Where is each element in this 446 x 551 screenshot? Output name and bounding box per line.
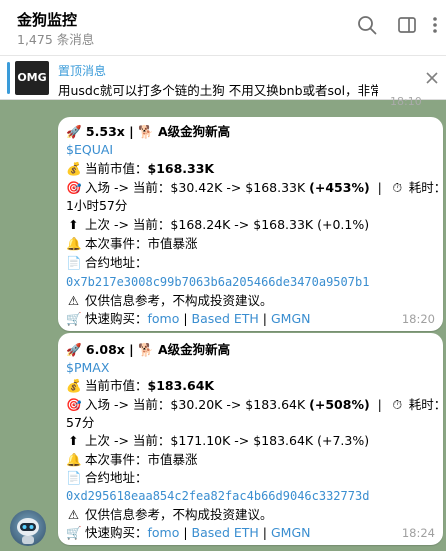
- elapsed-value: 1小时57分: [66, 198, 128, 213]
- buy-link-gmgn[interactable]: GMGN: [271, 525, 311, 540]
- target-icon: 🎯: [66, 180, 82, 195]
- bell-icon: 🔔: [66, 452, 82, 467]
- chat-header: 金狗监控 1,475 条消息: [0, 0, 446, 56]
- document-icon: 📄: [66, 470, 82, 485]
- cart-icon: 🛒: [66, 525, 82, 540]
- message-bubble[interactable]: 🚀 6.08x | 🐕 A级金狗新高 $PMAX 💰 当前市值：$183.64K…: [58, 333, 446, 545]
- contract-label-line: 📄 合约地址：: [66, 470, 148, 485]
- cart-icon: 🛒: [66, 311, 82, 326]
- money-bag-icon: 💰: [66, 161, 82, 176]
- message-time: 18:24: [401, 526, 435, 540]
- money-bag-icon: 💰: [66, 378, 82, 393]
- pinned-text: 用usdc就可以打多个链的土狗 不用又换bnb或者sol，非常...: [58, 83, 378, 98]
- close-icon[interactable]: [424, 70, 440, 86]
- contract-address[interactable]: 0x7b217e3008c99b7063b6a205466de3470a9507…: [66, 274, 369, 290]
- bell-icon: 🔔: [66, 236, 82, 251]
- bot-avatar[interactable]: [10, 510, 46, 546]
- market-cap-line: 💰 当前市值：$168.33K: [66, 161, 215, 176]
- message-headline: 🚀 6.08x | 🐕 A级金狗新高: [66, 342, 231, 357]
- warning-icon: ⚠: [67, 293, 80, 308]
- disclaimer-line: ⚠ 仅供信息参考，不构成投资建议。: [67, 293, 273, 308]
- ticker-link[interactable]: $EQUAI: [66, 142, 113, 158]
- entry-line: 🎯 入场 -> 当前：$30.42K -> $168.33K (+453%) |…: [66, 180, 446, 195]
- buy-link-gmgn[interactable]: GMGN: [271, 311, 311, 326]
- contract-address[interactable]: 0xd295618eaa854c2fea82fac4b66d9046c33277…: [66, 488, 369, 504]
- event-line: 🔔 本次事件：市值暴涨: [66, 236, 198, 251]
- quick-buy-line: 🛒 快速购买：fomo | Based ETH | GMGN: [66, 311, 311, 326]
- elapsed-value: 57分: [66, 415, 95, 430]
- pinned-message[interactable]: OMG 置顶消息 用usdc就可以打多个链的土狗 不用又换bnb或者sol，非常…: [0, 56, 446, 100]
- contract-label-line: 📄 合约地址：: [66, 255, 148, 270]
- sidebar-icon[interactable]: [396, 14, 418, 36]
- event-line: 🔔 本次事件：市值暴涨: [66, 452, 198, 467]
- up-arrow-icon: ⬆: [68, 217, 79, 232]
- chat-title[interactable]: 金狗监控: [17, 9, 77, 30]
- buy-link-fomo[interactable]: fomo: [148, 525, 180, 540]
- message-headline: 🚀 5.53x | 🐕 A级金狗新高: [66, 124, 231, 139]
- pinned-label: 置顶消息: [58, 64, 107, 78]
- ticker-link[interactable]: $PMAX: [66, 360, 109, 376]
- entry-line: 🎯 入场 -> 当前：$30.20K -> $183.64K (+508%) |…: [66, 397, 446, 412]
- message-bubble[interactable]: 🚀 5.53x | 🐕 A级金狗新高 $EQUAI 💰 当前市值：$168.33…: [58, 117, 446, 331]
- previous-message-time: 18:10: [390, 95, 422, 108]
- search-icon[interactable]: [356, 14, 378, 36]
- disclaimer-line: ⚠ 仅供信息参考，不构成投资建议。: [67, 507, 273, 522]
- pinned-indicator: [7, 62, 10, 94]
- buy-link-based-eth[interactable]: Based ETH: [192, 311, 259, 326]
- quick-buy-line: 🛒 快速购买：fomo | Based ETH | GMGN: [66, 525, 311, 540]
- more-icon[interactable]: [424, 14, 446, 36]
- member-count: 1,475 条消息: [17, 32, 95, 47]
- stopwatch-icon: ⏱: [392, 180, 403, 195]
- up-arrow-icon: ⬆: [68, 433, 79, 448]
- previous-line: ⬆ 上次 -> 当前：$168.24K -> $168.33K (+0.1%): [66, 217, 369, 233]
- market-cap-line: 💰 当前市值：$183.64K: [66, 378, 215, 393]
- previous-line: ⬆ 上次 -> 当前：$171.10K -> $183.64K (+7.3%): [66, 433, 369, 449]
- warning-icon: ⚠: [67, 507, 80, 522]
- buy-link-fomo[interactable]: fomo: [148, 311, 180, 326]
- document-icon: 📄: [66, 255, 82, 270]
- message-time: 18:20: [401, 312, 435, 326]
- pinned-thumbnail: OMG: [15, 61, 49, 95]
- target-icon: 🎯: [66, 397, 82, 412]
- buy-link-based-eth[interactable]: Based ETH: [192, 525, 259, 540]
- stopwatch-icon: ⏱: [392, 397, 403, 412]
